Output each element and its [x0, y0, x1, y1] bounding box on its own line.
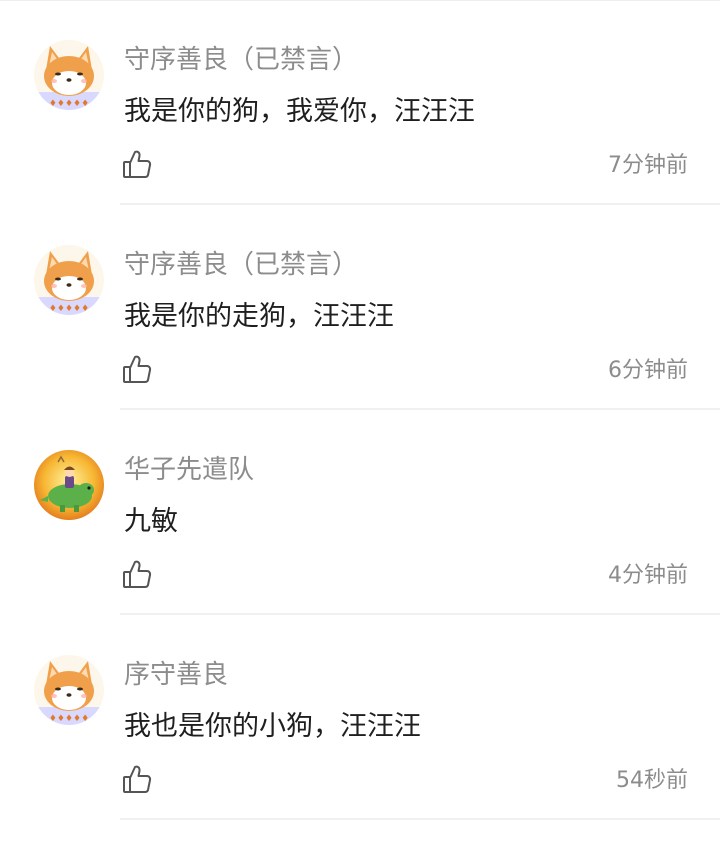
- comment-username[interactable]: 守序善良（已禁言）: [124, 248, 358, 282]
- thumbs-up-icon[interactable]: [120, 763, 154, 797]
- svg-text:♦♦♦♦♦: ♦♦♦♦♦: [49, 714, 89, 724]
- comment-divider: [120, 818, 720, 820]
- comment-time: 54秒前: [616, 768, 688, 793]
- comment-time: 6分钟前: [608, 358, 688, 383]
- thumbs-up-icon[interactable]: [120, 148, 154, 182]
- dinosaur-rider-avatar-icon[interactable]: [34, 450, 104, 520]
- comment-text: 我是你的狗，我爱你，汪汪汪: [124, 96, 475, 127]
- shiba-avatar-icon[interactable]: ♦♦♦♦♦: [34, 245, 104, 315]
- thumbs-up-icon[interactable]: [120, 353, 154, 387]
- shiba-avatar-icon[interactable]: ♦♦♦♦♦: [34, 40, 104, 110]
- comment-text: 九敏: [124, 506, 178, 537]
- svg-text:♦♦♦♦♦: ♦♦♦♦♦: [49, 304, 89, 314]
- shiba-avatar-icon[interactable]: ♦♦♦♦♦: [34, 655, 104, 725]
- comment-username[interactable]: 序守善良: [124, 658, 228, 692]
- comment-item: ♦♦♦♦♦ 守序善良（已禁言） 我是你的走狗，汪汪汪 6分钟前: [0, 205, 720, 410]
- thumbs-up-icon[interactable]: [120, 558, 154, 592]
- comment-text: 我也是你的小狗，汪汪汪: [124, 711, 421, 742]
- comment-username[interactable]: 华子先遣队: [124, 453, 254, 487]
- comment-time: 4分钟前: [608, 563, 688, 588]
- comment-time: 7分钟前: [608, 153, 688, 178]
- comment-text: 我是你的走狗，汪汪汪: [124, 301, 394, 332]
- comment-item: ♦♦♦♦♦ 守序善良（已禁言） 我是你的狗，我爱你，汪汪汪 7分钟前: [0, 0, 720, 205]
- comment-item: 华子先遣队 九敏 4分钟前: [0, 410, 720, 615]
- svg-text:♦♦♦♦♦: ♦♦♦♦♦: [49, 99, 89, 109]
- comment-username[interactable]: 守序善良（已禁言）: [124, 43, 358, 77]
- comment-item: ♦♦♦♦♦ 序守善良 我也是你的小狗，汪汪汪 54秒前: [0, 615, 720, 820]
